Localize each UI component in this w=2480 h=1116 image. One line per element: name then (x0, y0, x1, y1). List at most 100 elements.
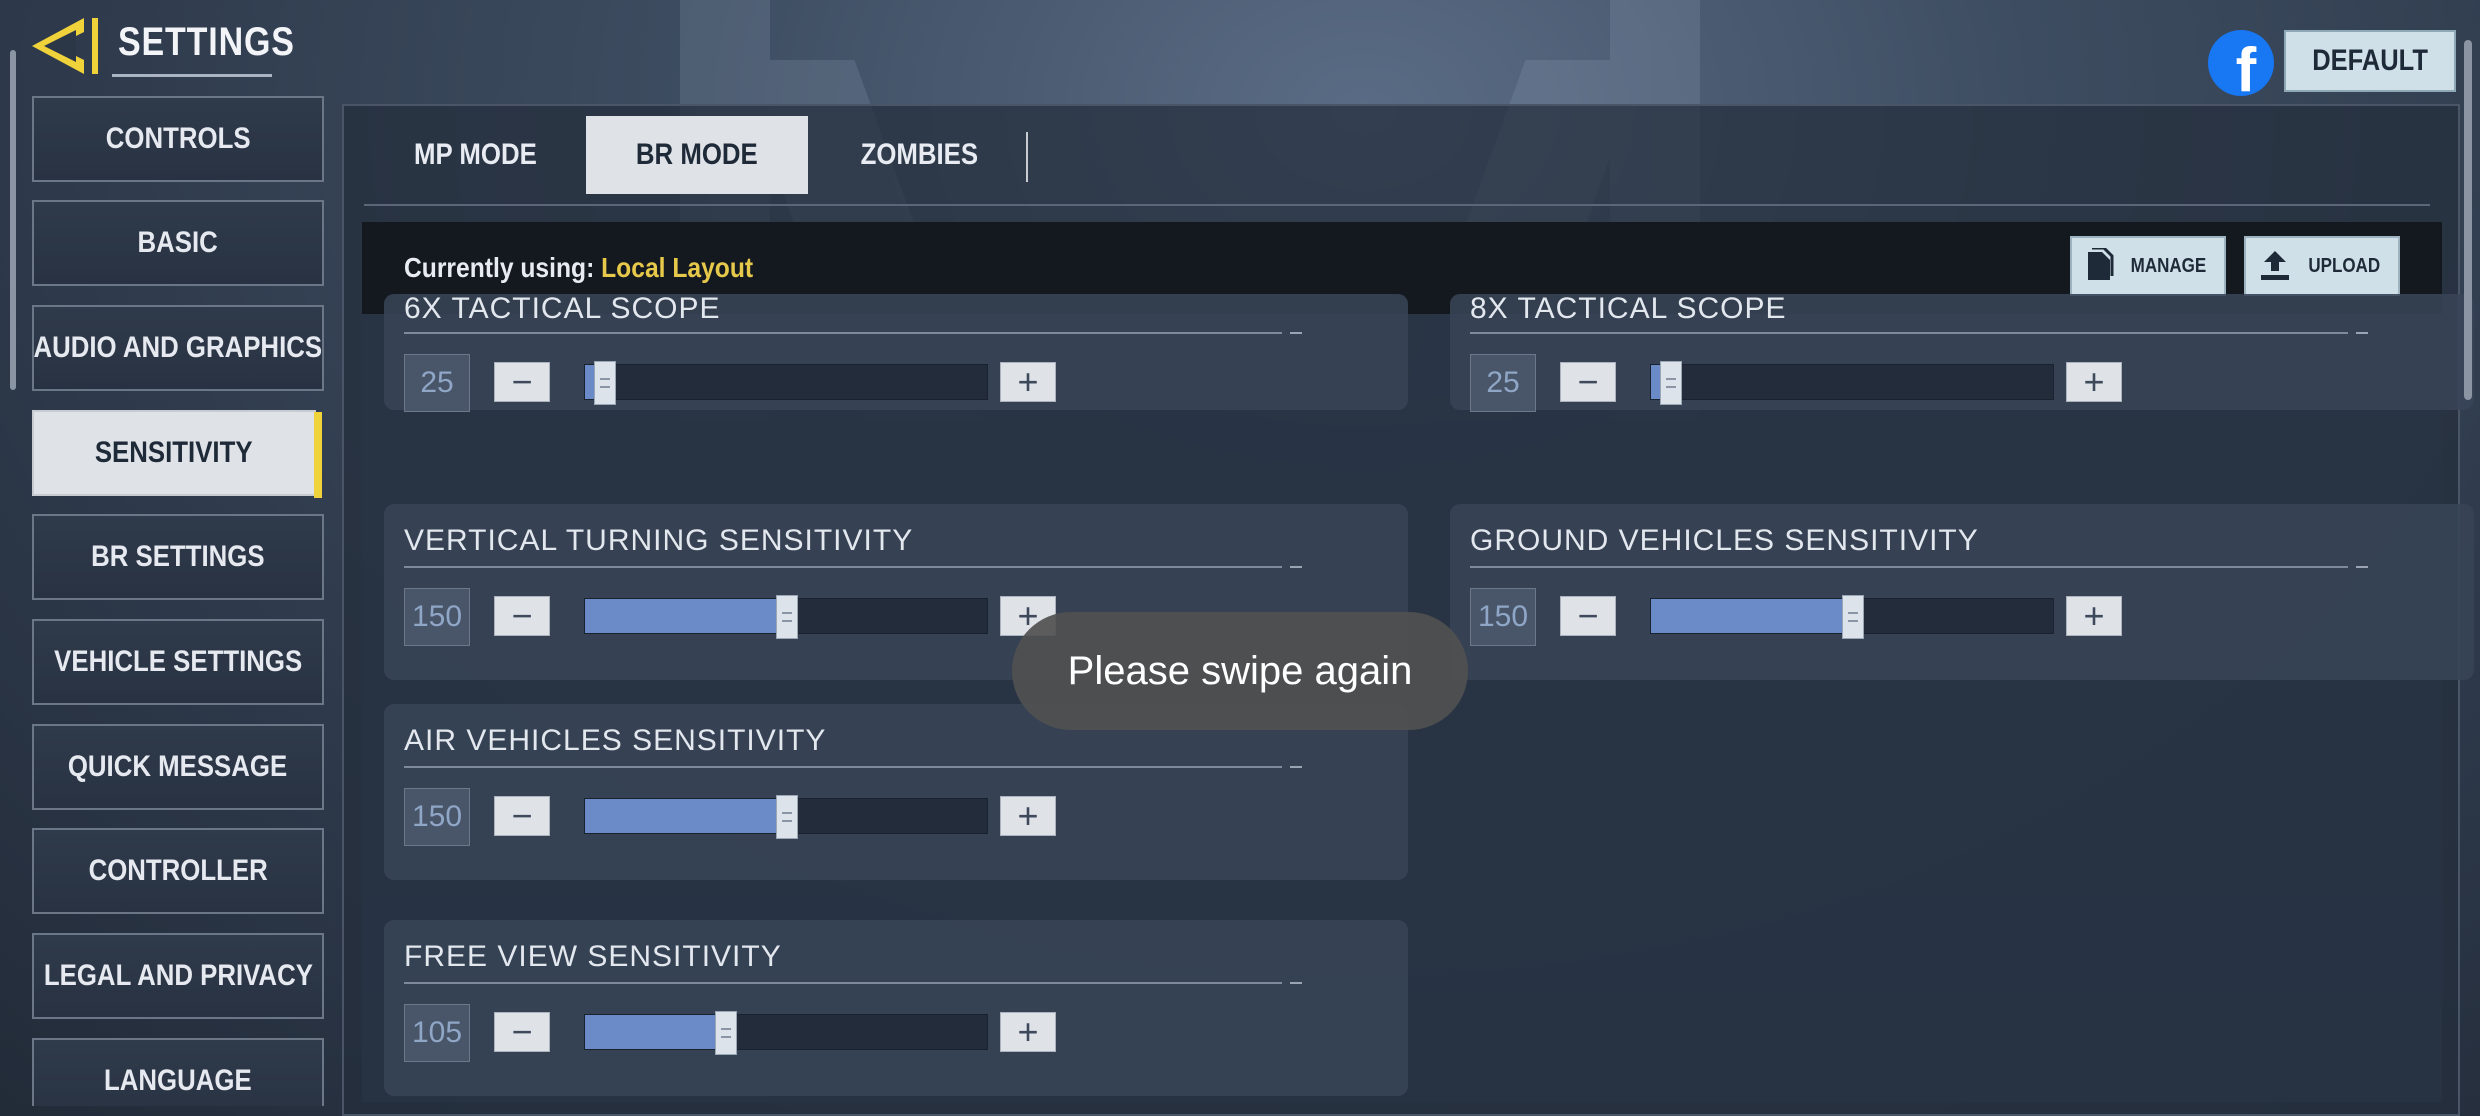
tab-br-mode[interactable]: BR MODE (586, 116, 808, 194)
setting-divider-end (1290, 332, 1302, 334)
setting-label: 6X TACTICAL SCOPE (404, 292, 721, 325)
panel-scrollbar[interactable] (2464, 40, 2472, 400)
manage-label: MANAGE (2130, 254, 2206, 277)
sidebar-item-sensitivity[interactable]: SENSITIVITY (32, 410, 322, 498)
sidebar-item-label: BR SETTINGS (91, 540, 265, 573)
tab-label: MP MODE (413, 138, 537, 171)
setting-divider (1470, 566, 2348, 568)
setting-card: AIR VEHICLES SENSITIVITY 150 − + (384, 704, 1408, 880)
setting-value[interactable]: 150 (1470, 588, 1536, 646)
sidebar-item-controller[interactable]: CONTROLLER (32, 828, 324, 914)
setting-divider-end (2356, 566, 2368, 568)
slider-handle[interactable] (1660, 361, 1683, 405)
setting-divider (1470, 332, 2348, 334)
setting-card: FREE VIEW SENSITIVITY 105 − + (384, 920, 1408, 1096)
slider-handle[interactable] (594, 361, 617, 405)
sensitivity-slider[interactable] (584, 1011, 988, 1055)
document-icon (2087, 248, 2114, 280)
sidebar-item-label: LANGUAGE (104, 1064, 252, 1097)
title-underline (112, 74, 272, 77)
toast-message: Please swipe again (1012, 612, 1468, 730)
sidebar-item-label: SENSITIVITY (95, 436, 253, 469)
setting-divider-end (2356, 332, 2368, 334)
default-button[interactable]: DEFAULT (2284, 30, 2456, 92)
sidebar-scrollbar[interactable] (10, 50, 16, 390)
setting-divider (404, 332, 1282, 334)
sidebar-item-label: CONTROLLER (88, 854, 268, 887)
slider-fill (585, 599, 787, 633)
current-layout-name: Local Layout (601, 252, 754, 283)
sidebar-item-basic[interactable]: BASIC (32, 200, 324, 286)
upload-button[interactable]: UPLOAD (2244, 236, 2400, 296)
setting-card: 6X TACTICAL SCOPE 25 − + (384, 292, 1408, 412)
increase-button[interactable]: + (1000, 1011, 1056, 1052)
sidebar-item-label: BASIC (137, 226, 219, 259)
tab-label: ZOMBIES (860, 138, 978, 171)
mode-tabs: MP MODE BR MODE ZOMBIES (364, 116, 1030, 194)
setting-card: GROUND VEHICLES SENSITIVITY 150 − + (1450, 504, 2474, 680)
sidebar-item-br-settings[interactable]: BR SETTINGS (32, 514, 324, 600)
slider-handle[interactable] (1842, 595, 1864, 639)
settings-panel: MP MODE BR MODE ZOMBIES Currently using:… (342, 104, 2474, 1116)
setting-card: 8X TACTICAL SCOPE 25 − + (1450, 292, 2474, 412)
sidebar-item-language[interactable]: LANGUAGE (32, 1038, 324, 1106)
setting-value[interactable]: 105 (404, 1004, 470, 1062)
upload-icon (2260, 251, 2289, 280)
setting-divider (404, 982, 1282, 984)
sidebar-item-vehicle-settings[interactable]: VEHICLE SETTINGS (32, 619, 324, 705)
setting-divider-end (1290, 766, 1302, 768)
sidebar-item-legal-and-privacy[interactable]: LEGAL AND PRIVACY (32, 933, 324, 1019)
back-arrow-icon (32, 18, 98, 74)
tab-zombies[interactable]: ZOMBIES (808, 116, 1030, 194)
decrease-button[interactable]: − (494, 795, 550, 836)
decrease-button[interactable]: − (494, 1011, 550, 1052)
sensitivity-slider[interactable] (584, 795, 988, 839)
setting-divider-end (1290, 982, 1302, 984)
decrease-button[interactable]: − (494, 361, 550, 402)
sidebar-item-audio-and-graphics[interactable]: AUDIO AND GRAPHICS (32, 305, 324, 391)
current-layout-prefix: Currently using: (404, 252, 595, 283)
setting-label: VERTICAL TURNING SENSITIVITY (404, 524, 914, 557)
increase-button[interactable]: + (1000, 795, 1056, 836)
slider-fill (1651, 599, 1853, 633)
setting-value[interactable]: 150 (404, 788, 470, 846)
tab-divider (1026, 132, 1028, 182)
facebook-icon: f (2235, 36, 2257, 97)
sidebar-item-label: LEGAL AND PRIVACY (43, 959, 313, 992)
sidebar-item-label: QUICK MESSAGE (68, 750, 288, 783)
setting-label: AIR VEHICLES SENSITIVITY (404, 724, 827, 757)
setting-label: 8X TACTICAL SCOPE (1470, 292, 1787, 325)
tabs-underline (364, 204, 2430, 206)
sensitivity-slider[interactable] (1650, 595, 2054, 639)
setting-divider-end (1290, 566, 1302, 568)
increase-button[interactable]: + (2066, 361, 2122, 402)
increase-button[interactable]: + (1000, 361, 1056, 402)
back-button[interactable] (28, 14, 102, 78)
facebook-button[interactable]: f (2208, 30, 2274, 96)
page-title: SETTINGS (118, 20, 295, 64)
settings-sidebar: CONTROLS BASIC AUDIO AND GRAPHICS SENSIT… (30, 96, 326, 1106)
decrease-button[interactable]: − (494, 595, 550, 636)
sidebar-item-label: AUDIO AND GRAPHICS (33, 331, 323, 364)
slider-fill (585, 1015, 727, 1049)
decrease-button[interactable]: − (1560, 595, 1616, 636)
setting-value[interactable]: 25 (1470, 354, 1536, 412)
setting-value[interactable]: 25 (404, 354, 470, 412)
setting-divider (404, 566, 1282, 568)
slider-handle[interactable] (776, 595, 798, 639)
sidebar-item-label: CONTROLS (105, 122, 251, 155)
sensitivity-slider[interactable] (1650, 361, 2054, 405)
decrease-button[interactable]: − (1560, 361, 1616, 402)
tab-mp-mode[interactable]: MP MODE (364, 116, 586, 194)
increase-button[interactable]: + (2066, 595, 2122, 636)
manage-button[interactable]: MANAGE (2070, 236, 2226, 296)
setting-value[interactable]: 150 (404, 588, 470, 646)
tab-label: BR MODE (636, 138, 758, 171)
sidebar-item-quick-message[interactable]: QUICK MESSAGE (32, 724, 324, 810)
sensitivity-slider[interactable] (584, 361, 988, 405)
slider-handle[interactable] (776, 795, 798, 839)
slider-handle[interactable] (715, 1011, 738, 1055)
sensitivity-slider[interactable] (584, 595, 988, 639)
slider-fill (585, 799, 787, 833)
sidebar-item-controls[interactable]: CONTROLS (32, 96, 324, 182)
